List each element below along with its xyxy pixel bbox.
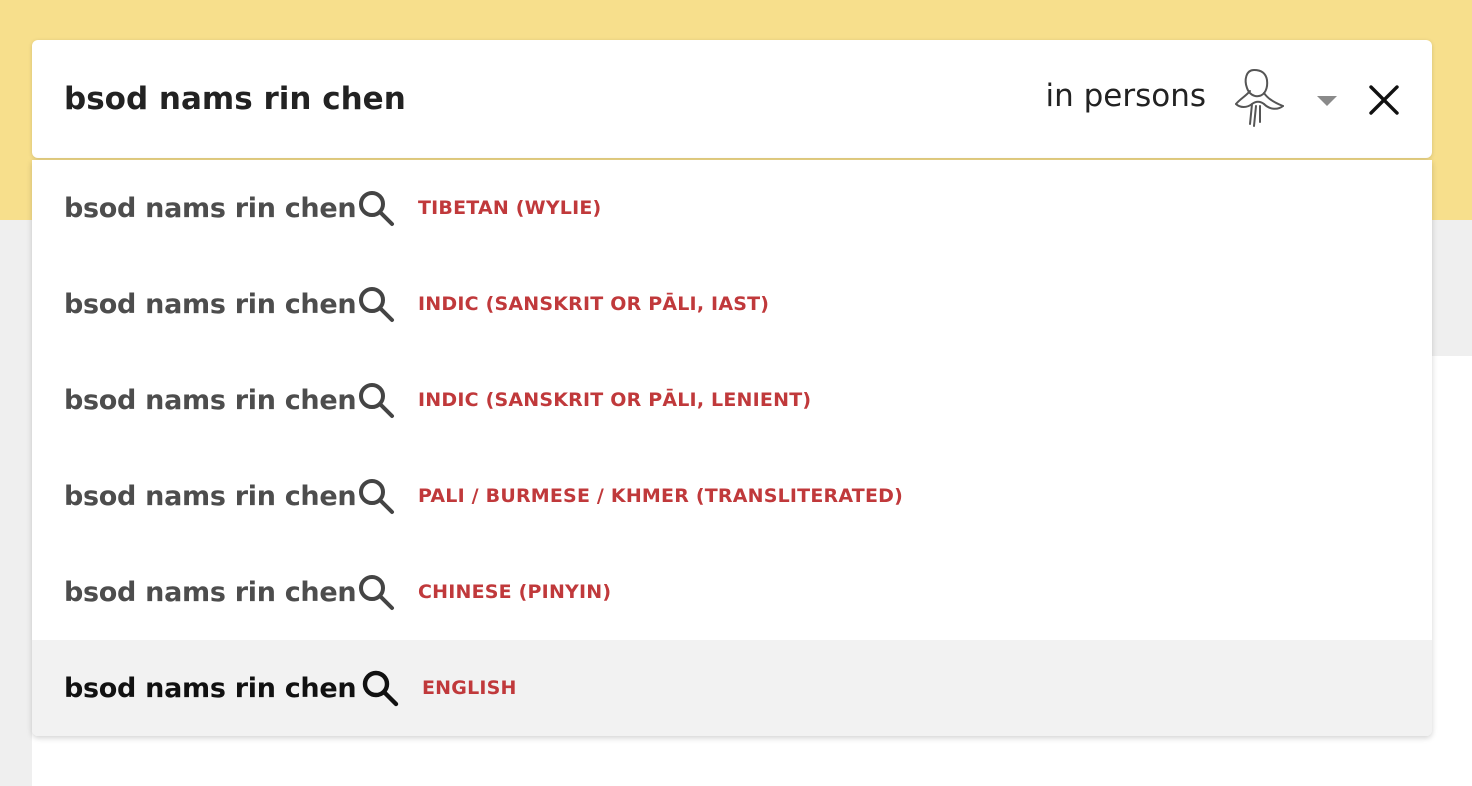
- suggestion-option-active[interactable]: bsod nams rin chen ENGLISH: [32, 640, 1432, 736]
- suggestion-text: bsod nams rin chen: [64, 576, 357, 608]
- suggestion-dropdown: bsod nams rin chen TIBETAN (WYLIE) bsod …: [32, 160, 1432, 736]
- search-input[interactable]: [64, 70, 964, 128]
- suggestion-text: bsod nams rin chen: [64, 672, 357, 704]
- suggestion-option[interactable]: bsod nams rin chen PALI / BURMESE / KHME…: [32, 448, 1432, 544]
- close-icon[interactable]: [1368, 84, 1400, 116]
- suggestion-text: bsod nams rin chen: [64, 288, 357, 320]
- caret-down-icon[interactable]: [1316, 94, 1338, 108]
- search-icon: [362, 670, 399, 707]
- suggestion-option[interactable]: bsod nams rin chen TIBETAN (WYLIE): [32, 160, 1432, 256]
- search-icon: [359, 191, 394, 226]
- suggestion-option[interactable]: bsod nams rin chen INDIC (SANSKRIT OR PĀ…: [32, 352, 1432, 448]
- suggestion-language: INDIC (SANSKRIT OR PĀLI, IAST): [418, 293, 770, 315]
- search-icon: [359, 383, 394, 418]
- suggestion-language: TIBETAN (WYLIE): [418, 197, 602, 219]
- suggestion-text: bsod nams rin chen: [64, 480, 357, 512]
- suggestion-option[interactable]: bsod nams rin chen CHINESE (PINYIN): [32, 544, 1432, 640]
- suggestion-language: CHINESE (PINYIN): [418, 581, 612, 603]
- search-icon: [359, 479, 394, 514]
- person-icon[interactable]: [1228, 66, 1294, 132]
- suggestion-text: bsod nams rin chen: [64, 384, 357, 416]
- suggestion-language: PALI / BURMESE / KHMER (TRANSLITERATED): [418, 485, 903, 507]
- suggestion-language: INDIC (SANSKRIT OR PĀLI, LENIENT): [418, 389, 812, 411]
- search-icon: [359, 287, 394, 322]
- suggestion-text: bsod nams rin chen: [64, 192, 357, 224]
- scope-label[interactable]: in persons: [1045, 78, 1206, 114]
- suggestion-language: ENGLISH: [422, 677, 517, 699]
- page-side-background: [0, 356, 32, 786]
- search-bar: in persons: [32, 40, 1432, 158]
- search-icon: [359, 575, 394, 610]
- suggestion-option[interactable]: bsod nams rin chen INDIC (SANSKRIT OR PĀ…: [32, 256, 1432, 352]
